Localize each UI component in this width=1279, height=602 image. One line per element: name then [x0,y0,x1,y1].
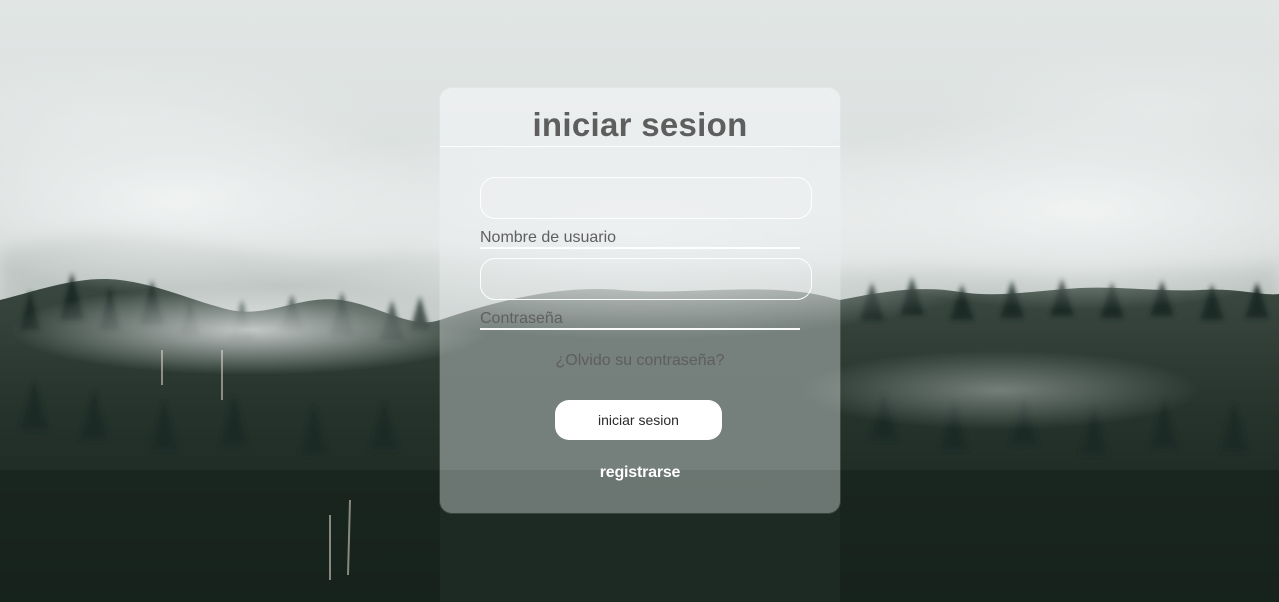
login-page: iniciar sesion Nombre de usuario Contras… [0,0,1279,602]
login-button[interactable]: iniciar sesion [555,400,722,440]
register-link[interactable]: registrarse [440,464,840,482]
login-title: iniciar sesion [532,106,748,143]
password-input[interactable] [480,258,812,300]
forgot-password-link[interactable]: ¿Olvido su contraseña? [440,352,840,370]
title-divider [440,146,840,147]
username-input[interactable] [480,177,812,219]
username-label: Nombre de usuario [480,229,617,246]
username-underline [480,247,800,249]
password-underline [480,328,800,330]
password-label: Contraseña [480,310,563,327]
login-card: iniciar sesion Nombre de usuario Contras… [440,88,840,513]
